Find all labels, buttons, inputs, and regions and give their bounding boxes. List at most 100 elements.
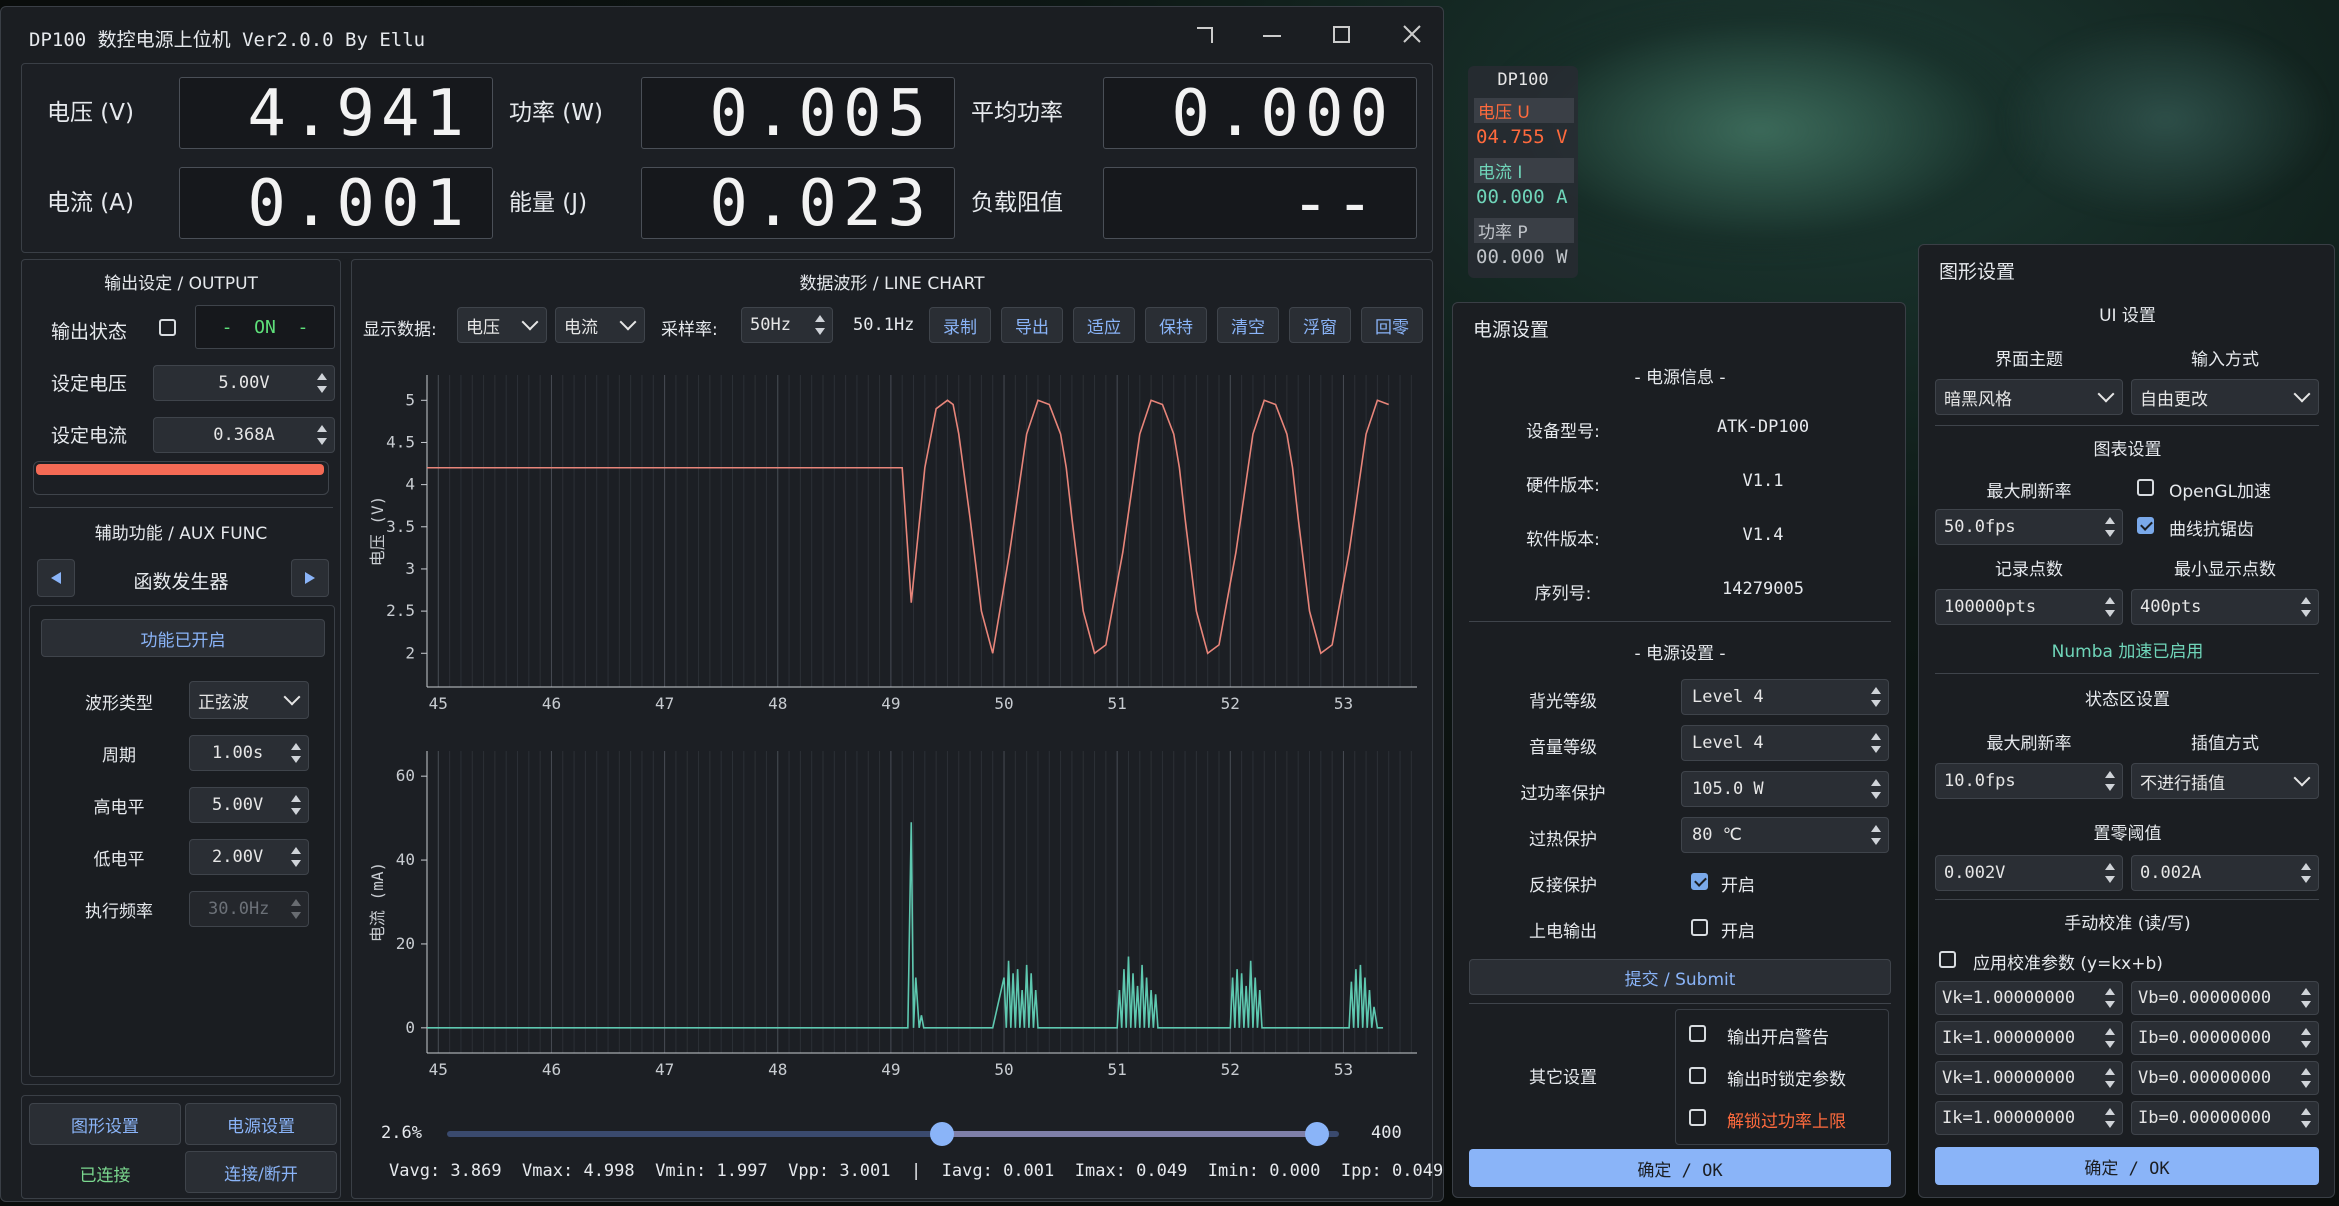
theme-select[interactable]: 暗黑风格 <box>1935 379 2123 415</box>
opp-spinbox[interactable]: 105.0 W <box>1681 771 1889 807</box>
calib-vk-field[interactable]: Vk=1.00000000 <box>1935 981 2123 1015</box>
otp-spinbox[interactable]: 80 ℃ <box>1681 817 1889 853</box>
current-chart[interactable]: 45 46 47 48 49 50 51 52 53 0 20 40 60 电流 (mA) <box>357 737 1427 1097</box>
exec-freq-spinbox: 30.0Hz <box>189 891 309 927</box>
spin-arrows-icon[interactable] <box>1870 778 1882 800</box>
spin-arrows-icon[interactable] <box>290 794 302 816</box>
y-axis-label: 电流 (mA) <box>368 862 387 942</box>
low-level-spinbox[interactable]: 2.00V <box>189 839 309 875</box>
aux-next-button[interactable] <box>291 559 329 597</box>
range-slider-handle-right[interactable] <box>1304 1122 1329 1146</box>
hold-button[interactable]: 保持 <box>1145 307 1207 343</box>
spin-arrows-icon[interactable] <box>316 424 328 446</box>
spin-arrows-icon[interactable] <box>1870 686 1882 708</box>
calib-vk2-field[interactable]: Vk=1.00000000 <box>1935 1061 2123 1095</box>
clear-button[interactable]: 清空 <box>1217 307 1279 343</box>
set-current-spinbox[interactable]: 0.368A <box>153 417 335 453</box>
aux-enabled-button[interactable]: 功能已开启 <box>41 619 325 657</box>
spin-arrows-icon[interactable] <box>1870 732 1882 754</box>
float-window-button[interactable]: 浮窗 <box>1289 307 1351 343</box>
spin-arrows-icon[interactable] <box>2104 862 2116 884</box>
spin-arrows-icon[interactable] <box>2104 1067 2116 1089</box>
unlock-opp-checkbox[interactable] <box>1689 1109 1706 1126</box>
voltage-chart[interactable]: 45 46 47 48 49 50 51 52 53 2 2.5 3 3.5 4 4.5 5 电压 (V) <box>357 361 1427 731</box>
status-fps-label: 最大刷新率 <box>1986 734 2072 754</box>
opengl-checkbox[interactable] <box>2137 479 2154 496</box>
reverse-protect-checkbox[interactable] <box>1691 873 1708 890</box>
divider <box>1935 673 2319 674</box>
display-select-b[interactable]: 电流 <box>555 307 645 343</box>
aux-title: 辅助功能 / AUX FUNC <box>94 524 268 544</box>
input-mode-select[interactable]: 自由更改 <box>2131 379 2319 415</box>
calib-ik2-field[interactable]: Ik=1.00000000 <box>1935 1101 2123 1135</box>
spin-arrows-icon[interactable] <box>2104 1027 2116 1049</box>
reset-zero-button[interactable]: 回零 <box>1361 307 1423 343</box>
record-button[interactable]: 录制 <box>929 307 991 343</box>
output-state-checkbox[interactable] <box>159 319 176 336</box>
output-state-display: - ON - <box>195 305 335 349</box>
calibration-apply-checkbox[interactable] <box>1939 951 1956 968</box>
calib-ik-field[interactable]: Ik=1.00000000 <box>1935 1021 2123 1055</box>
zero-voltage-spinbox[interactable]: 0.002V <box>1935 855 2123 891</box>
power-settings-button[interactable]: 电源设置 <box>185 1103 337 1145</box>
record-points-spinbox[interactable]: 100000pts <box>1935 589 2123 625</box>
backlight-spinbox[interactable]: Level 4 <box>1681 679 1889 715</box>
spin-arrows-icon[interactable] <box>2300 1107 2312 1129</box>
graphics-ok-button[interactable]: 确定 / OK <box>1935 1147 2319 1185</box>
export-button[interactable]: 导出 <box>1001 307 1063 343</box>
aux-prev-button[interactable] <box>37 559 75 597</box>
max-fps-spinbox[interactable]: 50.0fps <box>1935 509 2123 545</box>
calib-ib2-field[interactable]: Ib=0.00000000 <box>2131 1101 2319 1135</box>
spin-arrows-icon[interactable] <box>2104 770 2116 792</box>
status-fps-spinbox[interactable]: 10.0fps <box>1935 763 2123 799</box>
input-mode-label: 输入方式 <box>2191 350 2259 370</box>
spin-arrows-icon[interactable] <box>290 742 302 764</box>
calib-vb2-field[interactable]: Vb=0.00000000 <box>2131 1061 2319 1095</box>
calib-ib2-value: Ib=0.00000000 <box>2138 1108 2272 1128</box>
status-overlay[interactable]: DP100 电压 U 04.755 V 电流 I 00.000 A 功率 P 0… <box>1468 66 1578 278</box>
maximize-icon[interactable] <box>1333 26 1350 43</box>
spin-arrows-icon[interactable] <box>814 314 826 336</box>
spin-arrows-icon[interactable] <box>290 846 302 868</box>
spin-arrows-icon[interactable] <box>2104 987 2116 1009</box>
calib-vb-field[interactable]: Vb=0.00000000 <box>2131 981 2319 1015</box>
minimize-icon[interactable] <box>1263 35 1281 37</box>
input-mode-value: 自由更改 <box>2140 389 2208 410</box>
min-display-points-spinbox[interactable]: 400pts <box>2131 589 2319 625</box>
graphics-settings-button[interactable]: 图形设置 <box>29 1103 181 1145</box>
spin-arrows-icon[interactable] <box>316 372 328 394</box>
y-axis-label: 电压 (V) <box>368 496 387 567</box>
spin-arrows-icon[interactable] <box>2300 1027 2312 1049</box>
restore-icon[interactable] <box>1197 27 1213 43</box>
output-warning-checkbox[interactable] <box>1689 1025 1706 1042</box>
low-level-label: 低电平 <box>93 850 145 870</box>
spin-arrows-icon[interactable] <box>2300 862 2312 884</box>
set-voltage-spinbox[interactable]: 5.00V <box>153 365 335 401</box>
display-select-a[interactable]: 电压 <box>457 307 547 343</box>
spin-arrows-icon[interactable] <box>2104 596 2116 618</box>
volume-spinbox[interactable]: Level 4 <box>1681 725 1889 761</box>
poweron-output-checkbox[interactable] <box>1691 919 1708 936</box>
antialias-checkbox[interactable] <box>2137 517 2154 534</box>
interpolation-select[interactable]: 不进行插值 <box>2131 763 2319 799</box>
lock-params-checkbox[interactable] <box>1689 1067 1706 1084</box>
sample-rate-spinbox[interactable]: 50Hz <box>741 307 833 343</box>
period-spinbox[interactable]: 1.00s <box>189 735 309 771</box>
connect-toggle-button[interactable]: 连接/断开 <box>185 1151 337 1193</box>
submit-button[interactable]: 提交 / Submit <box>1469 959 1891 995</box>
spin-arrows-icon[interactable] <box>2300 987 2312 1009</box>
zero-current-spinbox[interactable]: 0.002A <box>2131 855 2319 891</box>
range-slider-handle-left[interactable] <box>930 1122 955 1146</box>
close-icon[interactable] <box>1401 23 1423 45</box>
spin-arrows-icon[interactable] <box>2104 516 2116 538</box>
fit-button[interactable]: 适应 <box>1073 307 1135 343</box>
spin-arrows-icon[interactable] <box>2104 1107 2116 1129</box>
power-ok-button[interactable]: 确定 / OK <box>1469 1149 1891 1187</box>
spin-arrows-icon[interactable] <box>2300 1067 2312 1089</box>
calib-ib-field[interactable]: Ib=0.00000000 <box>2131 1021 2319 1055</box>
spin-arrows-icon[interactable] <box>2300 596 2312 618</box>
range-slider-track[interactable] <box>447 1122 1339 1146</box>
spin-arrows-icon[interactable] <box>1870 824 1882 846</box>
high-level-spinbox[interactable]: 5.00V <box>189 787 309 823</box>
waveform-select[interactable]: 正弦波 <box>189 681 309 719</box>
